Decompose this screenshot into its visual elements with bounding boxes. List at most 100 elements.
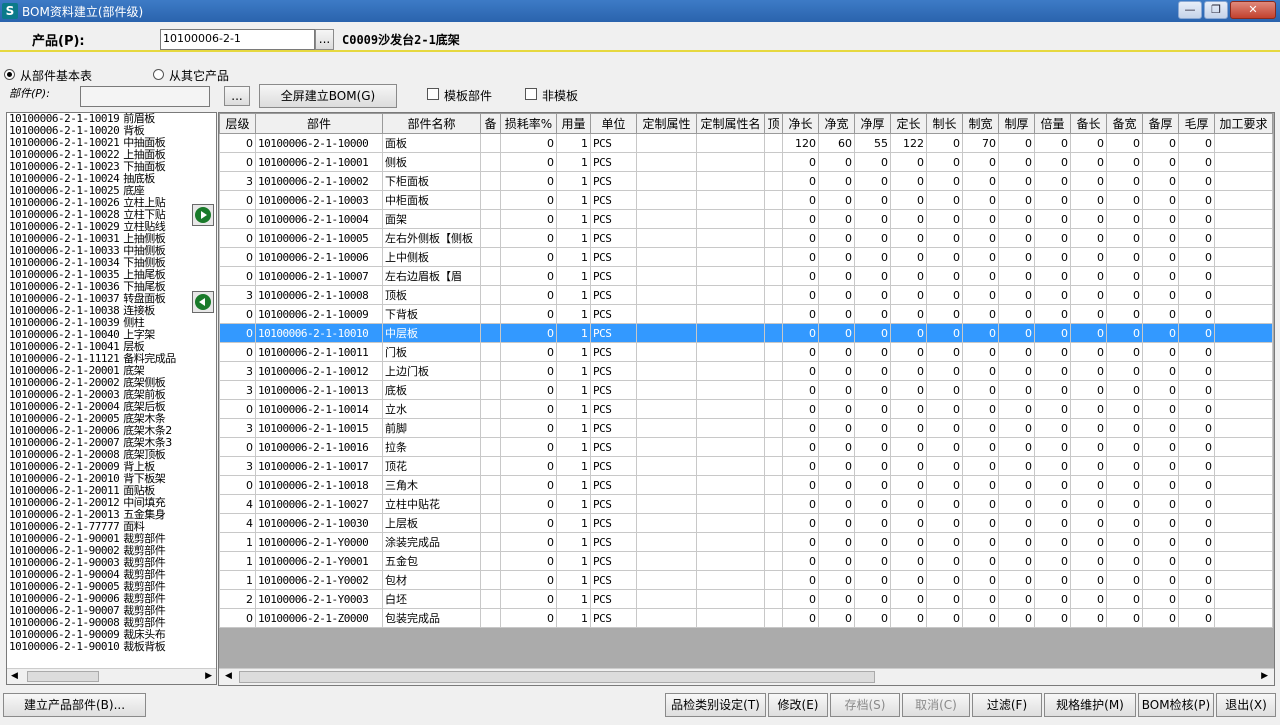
table-cell[interactable]: 0 (962, 190, 999, 210)
table-cell[interactable]: 0 (962, 228, 999, 248)
table-cell[interactable] (480, 152, 501, 172)
table-cell[interactable]: 0 (998, 532, 1035, 552)
table-cell[interactable]: 0 (1034, 380, 1071, 400)
table-cell[interactable] (764, 589, 783, 609)
table-cell[interactable]: 0 (1070, 551, 1107, 571)
table-cell[interactable]: 0 (854, 399, 891, 419)
table-cell[interactable]: 0 (854, 551, 891, 571)
part-listbox[interactable]: 10100006-2-1-10019 前眉板 10100006-2-1-10020 背… (6, 112, 217, 685)
table-cell[interactable]: 0 (1142, 570, 1179, 590)
list-item[interactable]: 10100006-2-1-10019 前眉板 (7, 113, 216, 125)
table-cell[interactable]: 0 (854, 190, 891, 210)
scroll-right-arrow-icon[interactable]: ▶ (205, 671, 212, 681)
table-row[interactable]: 3 10100006-2-1-10015 前脚 0 1 PCS 0 0 0 0 0 0 0 0 0 0 0 0 (219, 418, 1273, 438)
table-cell[interactable]: 0 (854, 209, 891, 229)
table-cell[interactable]: 0 (1106, 608, 1143, 628)
column-header[interactable]: 顶 (764, 113, 783, 134)
table-cell[interactable] (764, 475, 783, 495)
table-cell[interactable]: 0 (854, 247, 891, 267)
table-cell[interactable]: 1 (556, 304, 591, 324)
maximize-button[interactable]: ❐ (1204, 1, 1228, 19)
table-row[interactable]: 0 10100006-2-1-10001 侧板 0 1 PCS 0 0 0 0 0 0 0 0 0 0 0 0 (219, 152, 1273, 172)
table-cell[interactable]: 0 (890, 304, 927, 324)
exit-button[interactable]: 退出(X) (1216, 693, 1276, 717)
table-cell[interactable] (1214, 190, 1273, 210)
list-item[interactable]: 10100006-2-1-90001 裁剪部件 (7, 533, 216, 545)
table-cell[interactable]: 0 (926, 133, 963, 153)
list-item[interactable]: 10100006-2-1-20006 底架木条2 (7, 425, 216, 437)
table-cell[interactable]: 0 (1178, 361, 1215, 381)
table-cell[interactable] (636, 190, 697, 210)
table-cell[interactable]: 0 (926, 152, 963, 172)
table-row[interactable]: 0 10100006-2-1-10014 立水 0 1 PCS 0 0 0 0 0 0 0 0 0 0 0 0 (219, 399, 1273, 419)
table-cell[interactable]: 0 (782, 152, 819, 172)
table-cell[interactable]: PCS (590, 304, 637, 324)
table-cell[interactable] (1214, 266, 1273, 286)
table-cell[interactable]: 1 (556, 399, 591, 419)
table-cell[interactable]: 120 (782, 133, 819, 153)
table-cell[interactable]: PCS (590, 323, 637, 343)
table-cell[interactable]: 门板 (382, 342, 481, 362)
table-cell[interactable]: 0 (962, 304, 999, 324)
table-cell[interactable]: 0 (1142, 133, 1179, 153)
table-cell[interactable]: 0 (1106, 361, 1143, 381)
grid-horizontal-scrollbar[interactable]: ◀ ▶ (219, 668, 1274, 685)
table-cell[interactable] (764, 323, 783, 343)
table-cell[interactable]: 0 (854, 266, 891, 286)
column-header[interactable]: 单位 (590, 113, 637, 134)
list-item[interactable]: 10100006-2-1-90006 裁剪部件 (7, 593, 216, 605)
table-cell[interactable]: 0 (962, 418, 999, 438)
list-item[interactable]: 10100006-2-1-90010 裁板背板 (7, 641, 216, 653)
table-cell[interactable]: 0 (962, 171, 999, 191)
table-cell[interactable]: 0 (500, 551, 557, 571)
table-cell[interactable]: 0 (998, 285, 1035, 305)
table-cell[interactable] (764, 152, 783, 172)
part-field[interactable] (80, 86, 210, 107)
table-cell[interactable]: 0 (818, 475, 855, 495)
table-cell[interactable]: 0 (1178, 437, 1215, 457)
table-cell[interactable] (636, 456, 697, 476)
table-cell[interactable]: 0 (1142, 418, 1179, 438)
qc-category-button[interactable]: 品检类别设定(T) (665, 693, 766, 717)
table-cell[interactable] (636, 304, 697, 324)
table-cell[interactable] (764, 570, 783, 590)
list-item[interactable]: 10100006-2-1-10035 上抽尾板 (7, 269, 216, 281)
table-cell[interactable]: 左右边眉板【眉 (382, 266, 481, 286)
table-cell[interactable]: 0 (998, 608, 1035, 628)
table-cell[interactable] (696, 190, 765, 210)
table-cell[interactable] (1214, 437, 1273, 457)
table-cell[interactable]: 0 (962, 285, 999, 305)
table-cell[interactable]: 10100006-2-1-Y0002 (255, 570, 383, 590)
table-cell[interactable]: 三角木 (382, 475, 481, 495)
table-cell[interactable]: 0 (1142, 513, 1179, 533)
table-cell[interactable] (636, 418, 697, 438)
table-cell[interactable] (636, 532, 697, 552)
table-cell[interactable]: 1 (556, 437, 591, 457)
table-cell[interactable] (696, 152, 765, 172)
table-cell[interactable]: 0 (926, 171, 963, 191)
table-cell[interactable]: 0 (854, 475, 891, 495)
table-cell[interactable] (1214, 342, 1273, 362)
table-cell[interactable]: 0 (818, 342, 855, 362)
table-cell[interactable]: 0 (1178, 171, 1215, 191)
table-cell[interactable] (1214, 399, 1273, 419)
table-cell[interactable]: 0 (1070, 152, 1107, 172)
cancel-button[interactable]: 取消(C) (902, 693, 970, 717)
table-cell[interactable]: 包装完成品 (382, 608, 481, 628)
table-cell[interactable] (480, 171, 501, 191)
table-cell[interactable] (696, 608, 765, 628)
table-cell[interactable]: 0 (1034, 209, 1071, 229)
table-cell[interactable]: 0 (1178, 247, 1215, 267)
table-cell[interactable]: 0 (782, 418, 819, 438)
table-cell[interactable] (764, 361, 783, 381)
table-cell[interactable]: 下柜面板 (382, 171, 481, 191)
table-cell[interactable]: PCS (590, 228, 637, 248)
table-cell[interactable]: 0 (962, 570, 999, 590)
table-cell[interactable]: 左右外侧板【侧板 (382, 228, 481, 248)
table-cell[interactable]: 0 (1142, 551, 1179, 571)
table-cell[interactable]: 0 (1070, 190, 1107, 210)
list-item[interactable]: 10100006-2-1-10022 上抽面板 (7, 149, 216, 161)
table-cell[interactable]: 0 (500, 380, 557, 400)
table-cell[interactable] (636, 323, 697, 343)
scrollbar-thumb[interactable] (27, 671, 99, 682)
